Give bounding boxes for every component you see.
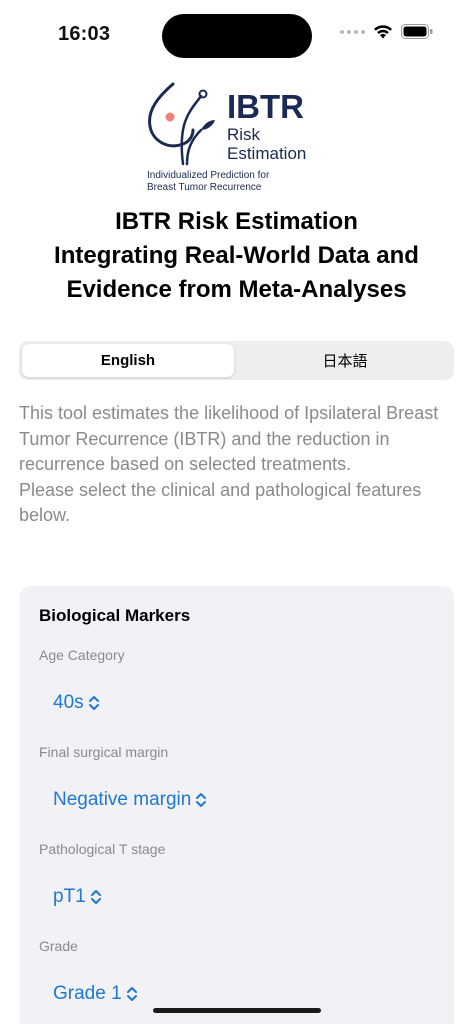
breast-profile-logo-icon	[148, 82, 215, 166]
biological-markers-card: Biological Markers Age Category 40s Fina…	[19, 586, 454, 1024]
description-paragraph-2: Please select the clinical and pathologi…	[19, 479, 422, 526]
logo-title: IBTR	[227, 88, 304, 125]
logo-tagline-line2: Breast Tumor Recurrence	[147, 182, 262, 193]
age-category-value: 40s	[53, 692, 84, 713]
cellular-signal-icon	[340, 29, 365, 34]
grade-label: Grade	[39, 938, 78, 954]
page-title-line3: Evidence from Meta-Analyses	[66, 276, 407, 303]
app-logo: IBTR Risk Estimation Individualized Pred…	[145, 78, 330, 198]
chevron-up-down-icon	[126, 987, 137, 1001]
home-indicator[interactable]	[153, 1008, 321, 1013]
chevron-up-down-icon	[88, 696, 99, 710]
surgical-margin-picker[interactable]: Negative margin	[53, 789, 207, 811]
age-category-label: Age Category	[39, 647, 125, 663]
page-title-line1: IBTR Risk Estimation	[115, 208, 358, 235]
intro-description: This tool estimates the likelihood of Ip…	[19, 401, 451, 529]
battery-icon	[401, 24, 433, 39]
language-option-japanese[interactable]: 日本語	[239, 344, 451, 377]
language-option-english[interactable]: English	[22, 344, 234, 377]
app-screen: 16:03 IBTR Risk Estimation Individualize…	[0, 0, 473, 1024]
status-bar: 16:03	[0, 0, 473, 70]
dynamic-island	[162, 14, 312, 58]
logo-tagline-line1: Individualized Prediction for	[147, 170, 270, 181]
logo-subtitle-estimation: Estimation	[227, 144, 307, 163]
t-stage-label: Pathological T stage	[39, 841, 166, 857]
wifi-icon	[374, 25, 392, 39]
t-stage-value: pT1	[53, 886, 86, 907]
age-category-picker[interactable]: 40s	[53, 692, 100, 714]
language-segmented-control: English 日本語	[19, 341, 454, 380]
status-icons	[340, 24, 433, 39]
chevron-up-down-icon	[196, 793, 207, 807]
logo-subtitle-risk: Risk	[227, 125, 261, 144]
status-time: 16:03	[58, 23, 111, 45]
surgical-margin-label: Final surgical margin	[39, 744, 169, 760]
grade-picker[interactable]: Grade 1	[53, 983, 138, 1005]
grade-value: Grade 1	[53, 983, 122, 1004]
chevron-up-down-icon	[90, 890, 101, 904]
t-stage-picker[interactable]: pT1	[53, 886, 102, 908]
surgical-margin-value: Negative margin	[53, 789, 192, 810]
biological-markers-heading: Biological Markers	[39, 606, 191, 625]
description-paragraph-1: This tool estimates the likelihood of Ip…	[19, 403, 439, 474]
page-title: IBTR Risk Estimation Integrating Real-Wo…	[20, 205, 453, 307]
page-title-line2: Integrating Real-World Data and	[54, 242, 419, 269]
